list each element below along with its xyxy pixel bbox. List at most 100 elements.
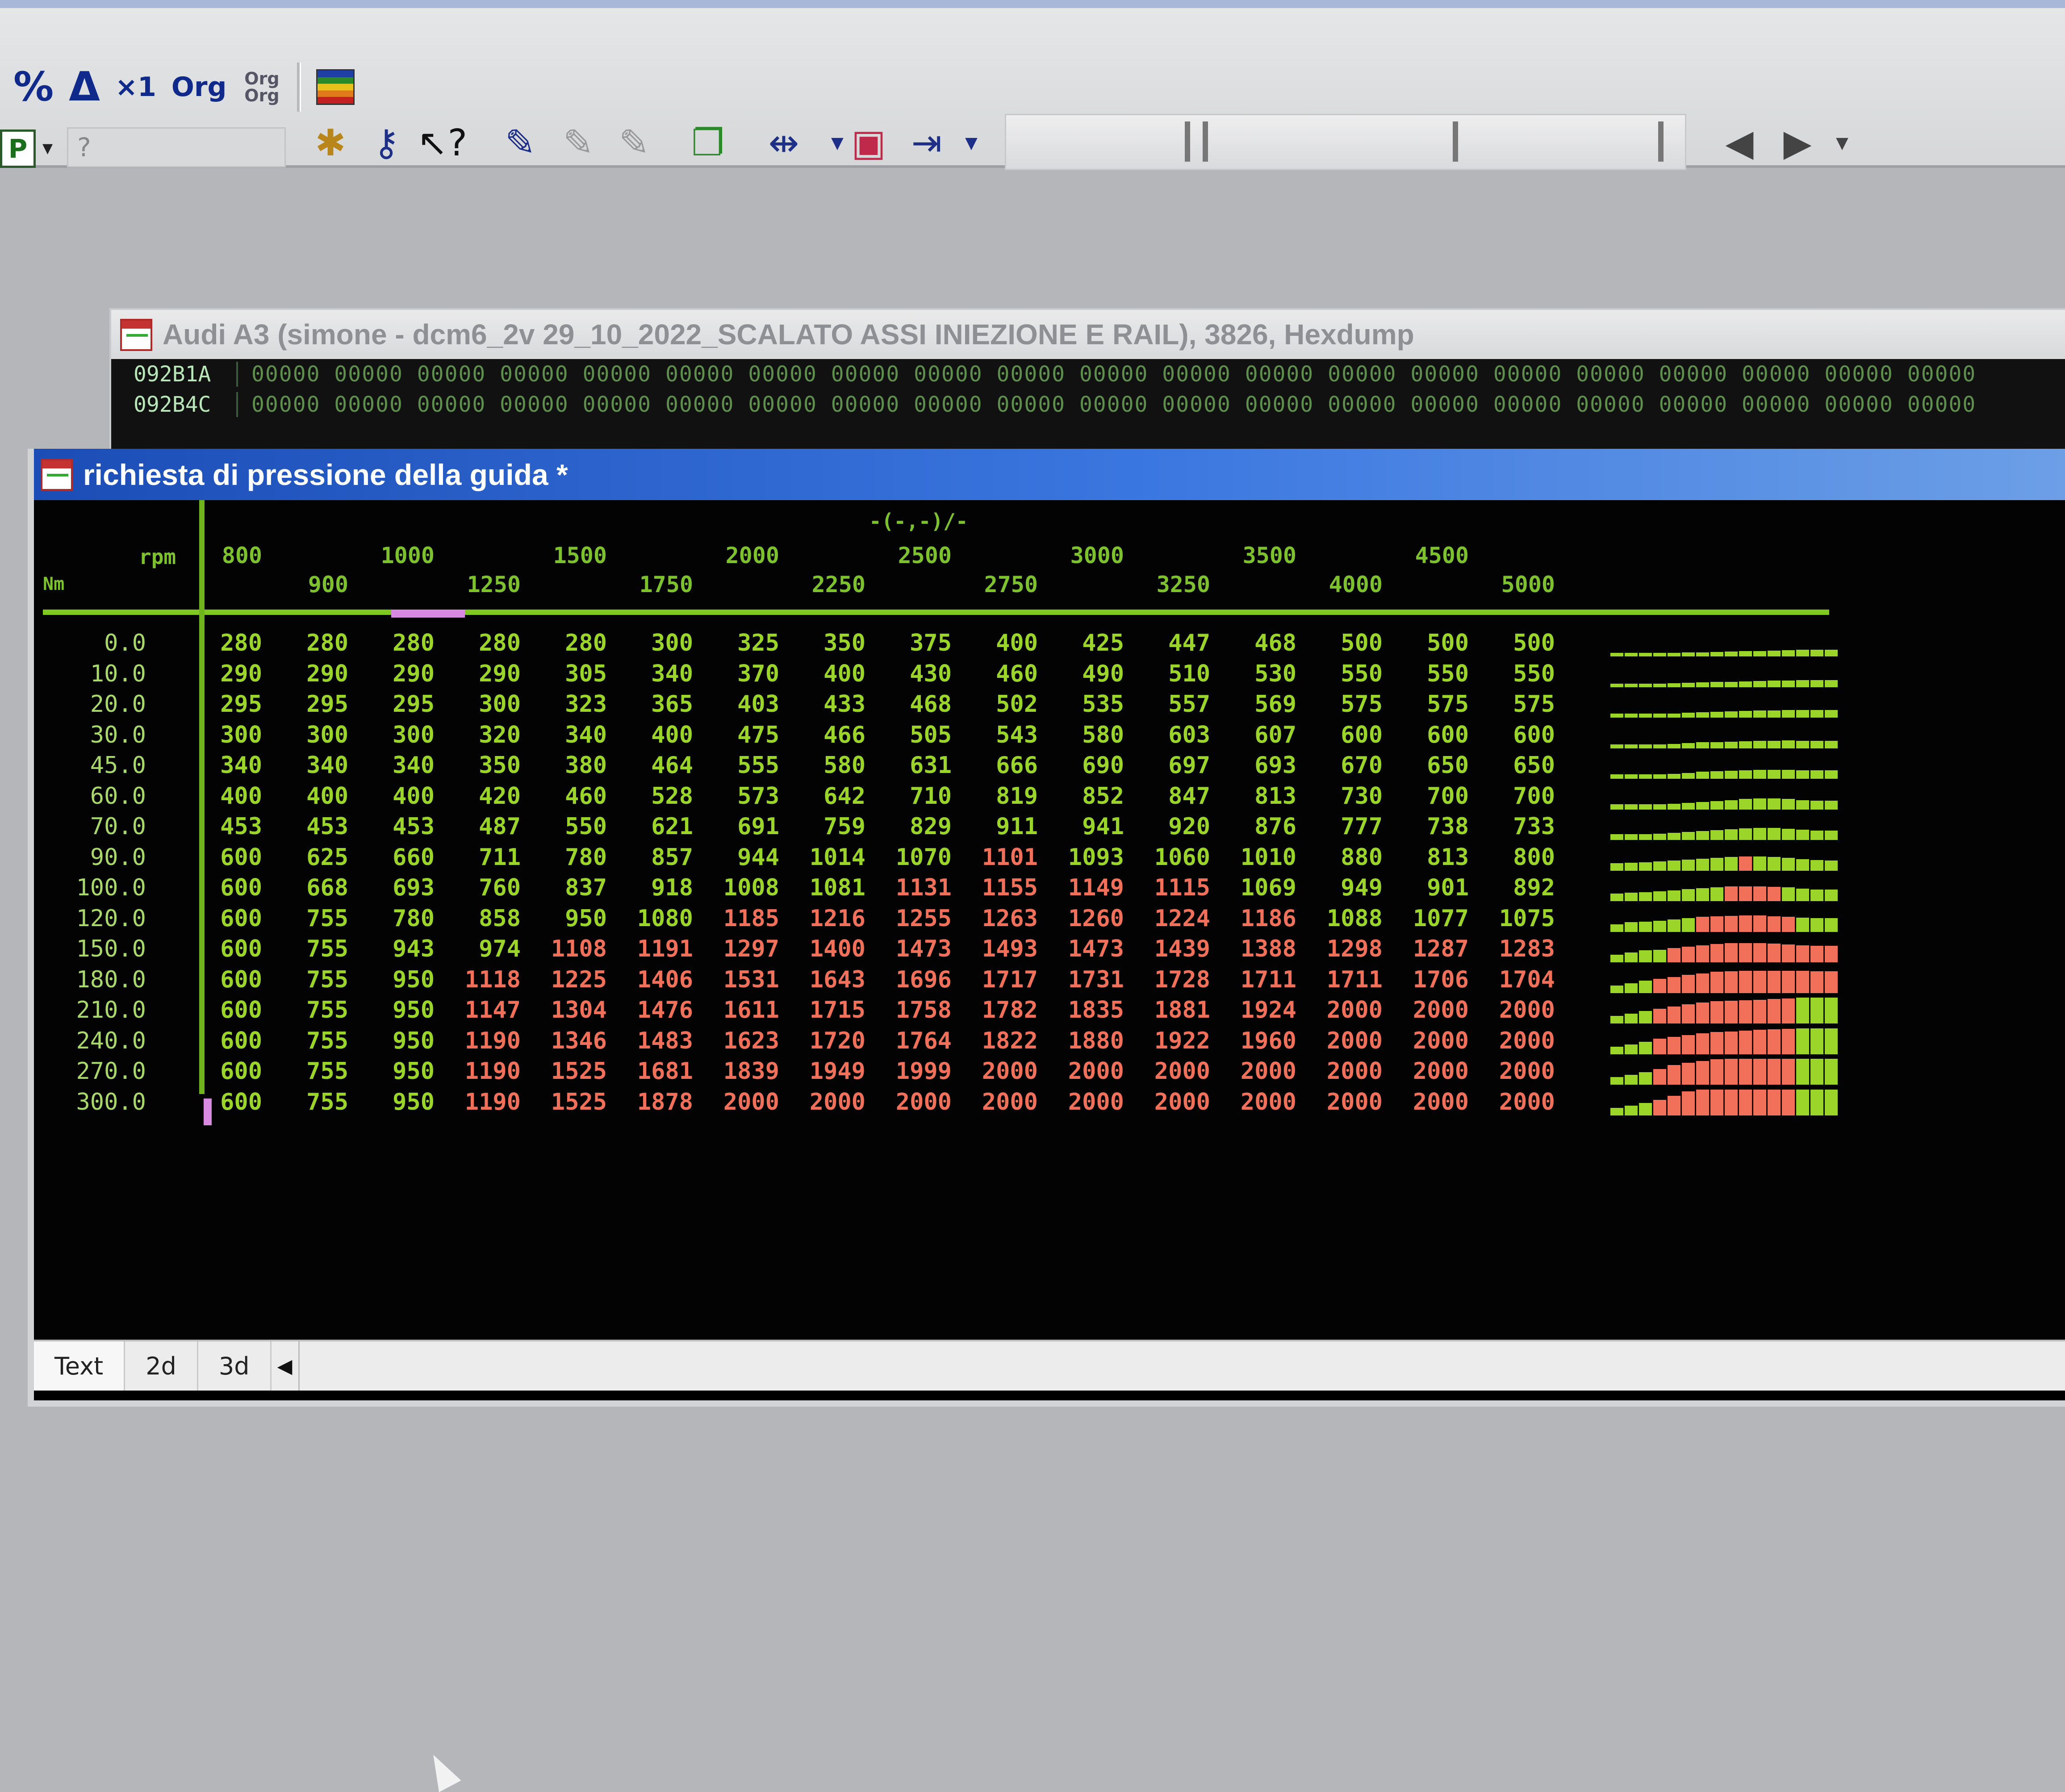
map-cell[interactable]: 1728	[1154, 966, 1210, 993]
map-cell[interactable]: 1075	[1499, 905, 1555, 932]
map-cell[interactable]: 1008	[723, 874, 779, 901]
tab-text[interactable]: Text	[34, 1341, 125, 1391]
map-cell[interactable]: 1155	[982, 874, 1038, 901]
map-cell[interactable]: 911	[996, 813, 1038, 840]
map-cell[interactable]: 468	[1254, 630, 1296, 656]
map-cell[interactable]: 340	[393, 752, 435, 779]
map-cell[interactable]: 1400	[810, 936, 865, 962]
window-layout-icon[interactable]: ▣	[844, 118, 893, 167]
percent-icon[interactable]: %	[13, 67, 54, 107]
map-cell[interactable]: 974	[479, 936, 521, 962]
map-cell[interactable]: 1922	[1154, 1028, 1210, 1054]
map-cell[interactable]: 918	[651, 874, 693, 901]
map-cell[interactable]: 300	[393, 722, 435, 748]
map-cell[interactable]: 400	[996, 630, 1038, 656]
map-cell[interactable]: 1297	[723, 936, 779, 962]
hexdump-title-bar[interactable]: Audi A3 (simone - dcm6_2v 29_10_2022_SCA…	[111, 310, 2065, 359]
map-cell[interactable]: 1525	[551, 1089, 607, 1115]
map-cell[interactable]: 950	[393, 966, 435, 993]
previous-icon[interactable]: ◀	[1715, 118, 1764, 167]
map-cell[interactable]: 607	[1254, 722, 1296, 748]
map-cell[interactable]: 280	[565, 630, 607, 656]
map-cell[interactable]: 1881	[1154, 997, 1210, 1023]
map-cell[interactable]: 858	[479, 905, 521, 932]
map-cell[interactable]: 2000	[1499, 1058, 1555, 1085]
map-cell[interactable]: 847	[1168, 783, 1210, 810]
map-cell[interactable]: 1147	[465, 997, 521, 1023]
map-cell[interactable]: 2000	[1068, 1058, 1124, 1085]
map-cell[interactable]: 1493	[982, 936, 1038, 962]
map-cell[interactable]: 400	[651, 722, 693, 748]
map-cell[interactable]: 305	[565, 660, 607, 687]
slider-marker[interactable]	[1453, 121, 1458, 162]
map-cell[interactable]: 1080	[637, 905, 693, 932]
map-cell[interactable]: 475	[737, 722, 779, 748]
map-cell[interactable]: 2000	[982, 1058, 1038, 1085]
map-cell[interactable]: 295	[220, 691, 262, 718]
map-cell[interactable]: 2000	[1154, 1089, 1210, 1115]
map-cell[interactable]: 370	[737, 660, 779, 687]
map-cell[interactable]: 580	[823, 752, 865, 779]
map-cell[interactable]: 295	[393, 691, 435, 718]
map-cell[interactable]: 280	[220, 630, 262, 656]
map-cell[interactable]: 892	[1513, 874, 1555, 901]
map-cell[interactable]: 350	[823, 630, 865, 656]
map-cell[interactable]: 780	[393, 905, 435, 932]
map-cell[interactable]: 1255	[896, 905, 952, 932]
map-text-view[interactable]: -(-,-)/- rpm Nm 800 900 1000 1250 1500 1750 20…	[34, 500, 2065, 1792]
map-cell[interactable]: 755	[306, 966, 348, 993]
map-cell[interactable]: 901	[1427, 874, 1469, 901]
copy-map-icon[interactable]: ❐	[683, 118, 732, 167]
map-cell[interactable]: 642	[823, 783, 865, 810]
map-cell[interactable]: 528	[651, 783, 693, 810]
map-cell[interactable]: 2000	[810, 1089, 865, 1115]
map-cell[interactable]: 621	[651, 813, 693, 840]
map-cell[interactable]: 1260	[1068, 905, 1124, 932]
map-cell[interactable]: 1115	[1154, 874, 1210, 901]
map-cell[interactable]: 466	[823, 722, 865, 748]
map-cell[interactable]: 340	[306, 752, 348, 779]
map-cell[interactable]: 300	[479, 691, 521, 718]
map-cell[interactable]: 600	[1513, 722, 1555, 748]
map-cell[interactable]: 1706	[1413, 966, 1469, 993]
map-cell[interactable]: 1531	[723, 966, 779, 993]
map-cell[interactable]: 600	[220, 874, 262, 901]
map-cell[interactable]: 829	[910, 813, 952, 840]
map-cell[interactable]: 490	[1082, 660, 1124, 687]
map-cell[interactable]: 2000	[1327, 1089, 1383, 1115]
map-wizard-2-icon[interactable]: ✎	[554, 118, 603, 167]
delta-icon[interactable]: Δ	[69, 67, 100, 107]
map-cell[interactable]: 1782	[982, 997, 1038, 1023]
map-cell[interactable]: 1439	[1154, 936, 1210, 962]
map-cell[interactable]: 502	[996, 691, 1038, 718]
map-cell[interactable]: 603	[1168, 722, 1210, 748]
map-cell[interactable]: 500	[1513, 630, 1555, 656]
map-cell[interactable]: 505	[910, 722, 952, 748]
map-cell[interactable]: 380	[565, 752, 607, 779]
map-cell[interactable]: 550	[1427, 660, 1469, 687]
map-cell[interactable]: 550	[1513, 660, 1555, 687]
map-cell[interactable]: 320	[479, 722, 521, 748]
map-cell[interactable]: 650	[1513, 752, 1555, 779]
insert-column-icon[interactable]: ⇥	[902, 118, 951, 167]
search-hex-icon[interactable]: ✱	[306, 118, 355, 167]
map-cell[interactable]: 1191	[637, 936, 693, 962]
map-cell[interactable]: 464	[651, 752, 693, 779]
map-cell[interactable]: 280	[479, 630, 521, 656]
map-cell[interactable]: 290	[479, 660, 521, 687]
map-cell[interactable]: 690	[1082, 752, 1124, 779]
map-cell[interactable]: 447	[1168, 630, 1210, 656]
hex-values[interactable]: 00000 00000 00000 00000 00000 00000 0000…	[238, 362, 1976, 387]
map-cell[interactable]: 1070	[896, 844, 952, 871]
map-cell[interactable]: 460	[996, 660, 1038, 687]
map-cell[interactable]: 880	[1341, 844, 1383, 871]
map-cell[interactable]: 433	[823, 691, 865, 718]
map-cell[interactable]: 280	[393, 630, 435, 656]
map-cell[interactable]: 693	[1254, 752, 1296, 779]
map-cell[interactable]: 852	[1082, 783, 1124, 810]
map-cell[interactable]: 876	[1254, 813, 1296, 840]
map-cell[interactable]: 500	[1427, 630, 1469, 656]
map-cell[interactable]: 943	[393, 936, 435, 962]
map-cell[interactable]: 738	[1427, 813, 1469, 840]
map-cell[interactable]: 487	[479, 813, 521, 840]
